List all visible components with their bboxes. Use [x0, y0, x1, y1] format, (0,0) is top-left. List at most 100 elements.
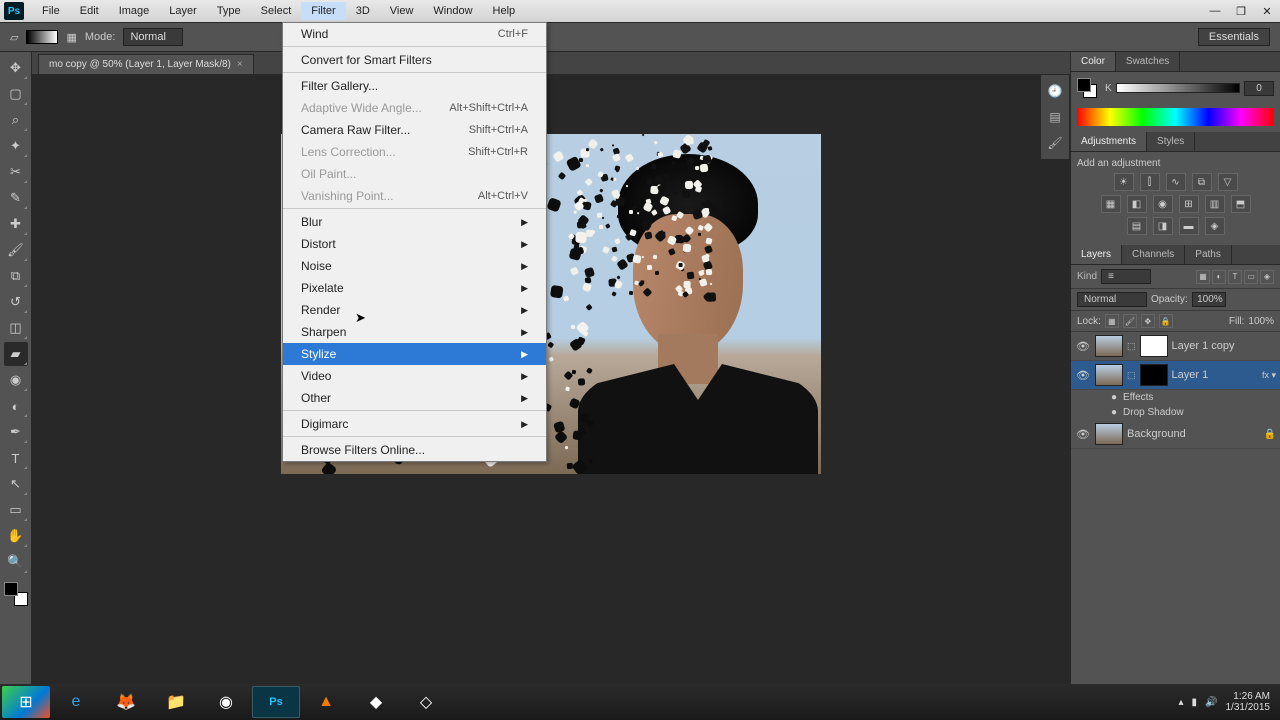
- history-brush-tool[interactable]: ↺: [4, 290, 28, 314]
- tray-up-icon[interactable]: ▴: [1179, 697, 1184, 708]
- gradient-type-icons[interactable]: ▦: [66, 31, 76, 44]
- tab-styles[interactable]: Styles: [1147, 132, 1195, 151]
- type-tool[interactable]: T: [4, 446, 28, 470]
- tab-paths[interactable]: Paths: [1185, 245, 1232, 264]
- tab-channels[interactable]: Channels: [1122, 245, 1185, 264]
- brush-tool[interactable]: 🖌: [4, 238, 28, 262]
- menu-file[interactable]: File: [32, 2, 70, 20]
- filter-sharpen[interactable]: Sharpen▶: [283, 321, 546, 343]
- brush-presets-icon[interactable]: 🖌: [1041, 131, 1069, 155]
- menu-edit[interactable]: Edit: [70, 2, 109, 20]
- crop-tool[interactable]: ✂: [4, 160, 28, 184]
- workspace-switcher[interactable]: Essentials: [1198, 28, 1270, 46]
- filter-noise[interactable]: Noise▶: [283, 255, 546, 277]
- adj-mixer-icon[interactable]: ⊞: [1179, 195, 1199, 213]
- opacity-field[interactable]: 100%: [1192, 292, 1226, 307]
- k-value[interactable]: 0: [1244, 81, 1274, 96]
- filter-stylize[interactable]: Stylize▶: [283, 343, 546, 365]
- lasso-tool[interactable]: ⌕: [4, 108, 28, 132]
- lock-transparent-icon[interactable]: ▦: [1105, 314, 1119, 328]
- filter-video[interactable]: Video▶: [283, 365, 546, 387]
- layer-thumb[interactable]: [1095, 423, 1123, 445]
- gradient-preview[interactable]: [26, 30, 58, 44]
- lock-all-icon[interactable]: 🔒: [1159, 314, 1173, 328]
- maximize-button[interactable]: ❐: [1228, 1, 1254, 21]
- menu-image[interactable]: Image: [109, 2, 160, 20]
- lock-pixels-icon[interactable]: 🖌: [1123, 314, 1137, 328]
- taskbar-explorer[interactable]: 📁: [152, 686, 200, 718]
- visibility-icon[interactable]: 👁: [1075, 340, 1091, 353]
- zoom-tool[interactable]: 🔍: [4, 550, 28, 574]
- clock[interactable]: 1:26 AM1/31/2015: [1226, 691, 1271, 713]
- layer-thumb[interactable]: [1095, 335, 1123, 357]
- eyedropper-tool[interactable]: ✎: [4, 186, 28, 210]
- taskbar-app2[interactable]: ◇: [402, 686, 450, 718]
- dodge-tool[interactable]: ◐: [4, 394, 28, 418]
- layer-blend-dropdown[interactable]: Normal: [1077, 292, 1147, 307]
- tab-swatches[interactable]: Swatches: [1116, 52, 1180, 71]
- start-button[interactable]: ⊞: [2, 686, 50, 718]
- close-button[interactable]: ✕: [1254, 1, 1280, 21]
- menu-filter[interactable]: Filter: [301, 2, 345, 20]
- filter-smart-icon[interactable]: ◈: [1260, 270, 1274, 284]
- document-tab[interactable]: mo copy @ 50% (Layer 1, Layer Mask/8) ×: [38, 54, 254, 74]
- blur-tool[interactable]: ◉: [4, 368, 28, 392]
- filter-type-icon[interactable]: T: [1228, 270, 1242, 284]
- adj-bw-icon[interactable]: ◧: [1127, 195, 1147, 213]
- adj-selcolor-icon[interactable]: ◈: [1205, 217, 1225, 235]
- kind-dropdown[interactable]: ≡: [1101, 269, 1151, 284]
- filter-digimarc[interactable]: Digimarc▶: [283, 413, 546, 437]
- taskbar-firefox[interactable]: 🦊: [102, 686, 150, 718]
- adj-thresh-icon[interactable]: ◨: [1153, 217, 1173, 235]
- fx-row[interactable]: ●Effects: [1071, 390, 1280, 405]
- visibility-icon[interactable]: 👁: [1075, 369, 1091, 382]
- filter-pixelate[interactable]: Pixelate▶: [283, 277, 546, 299]
- adj-invert-icon[interactable]: ⬒: [1231, 195, 1251, 213]
- fill-field[interactable]: 100%: [1248, 316, 1274, 327]
- taskbar-chrome[interactable]: ◉: [202, 686, 250, 718]
- system-tray[interactable]: ▴ ▮ 🔊 1:26 AM1/31/2015: [1179, 691, 1279, 713]
- layer-name[interactable]: Layer 1: [1172, 369, 1258, 381]
- layer-thumb[interactable]: [1095, 364, 1123, 386]
- filter-blur[interactable]: Blur▶: [283, 211, 546, 233]
- taskbar-photoshop[interactable]: Ps: [252, 686, 300, 718]
- menu-select[interactable]: Select: [251, 2, 302, 20]
- filter-gallery[interactable]: Filter Gallery...: [283, 75, 546, 97]
- blend-mode-dropdown[interactable]: Normal: [123, 28, 182, 46]
- menu-layer[interactable]: Layer: [159, 2, 207, 20]
- filter-other[interactable]: Other▶: [283, 387, 546, 411]
- adj-vibrance-icon[interactable]: ▽: [1218, 173, 1238, 191]
- move-tool[interactable]: ✥: [4, 56, 28, 80]
- filter-render[interactable]: Render▶: [283, 299, 546, 321]
- filter-last[interactable]: WindCtrl+F: [283, 23, 546, 47]
- filter-pixel-icon[interactable]: ▦: [1196, 270, 1210, 284]
- path-tool[interactable]: ↖: [4, 472, 28, 496]
- menu-window[interactable]: Window: [423, 2, 482, 20]
- mask-thumb[interactable]: [1140, 364, 1168, 386]
- filter-distort[interactable]: Distort▶: [283, 233, 546, 255]
- taskbar-app1[interactable]: ◆: [352, 686, 400, 718]
- tray-volume-icon[interactable]: 🔊: [1205, 697, 1217, 708]
- stamp-tool[interactable]: ⧉: [4, 264, 28, 288]
- history-icon[interactable]: 🕘: [1041, 79, 1069, 103]
- filter-shape-icon[interactable]: ▭: [1244, 270, 1258, 284]
- layer-row[interactable]: 👁 Background 🔒: [1071, 420, 1280, 449]
- adj-exposure-icon[interactable]: ⧉: [1192, 173, 1212, 191]
- color-spectrum[interactable]: [1077, 108, 1274, 126]
- mask-thumb[interactable]: [1140, 335, 1168, 357]
- k-slider[interactable]: [1116, 83, 1240, 93]
- layer-name[interactable]: Layer 1 copy: [1172, 340, 1276, 352]
- tab-adjustments[interactable]: Adjustments: [1071, 132, 1147, 151]
- close-icon[interactable]: ×: [237, 59, 243, 70]
- filter-adj-icon[interactable]: ◐: [1212, 270, 1226, 284]
- filter-browse[interactable]: Browse Filters Online...: [283, 439, 546, 461]
- adj-hue-icon[interactable]: ▦: [1101, 195, 1121, 213]
- pen-tool[interactable]: ✒: [4, 420, 28, 444]
- marquee-tool[interactable]: ▢: [4, 82, 28, 106]
- taskbar-vlc[interactable]: ▲: [302, 686, 350, 718]
- filter-smart[interactable]: Convert for Smart Filters: [283, 49, 546, 73]
- eraser-tool[interactable]: ◫: [4, 316, 28, 340]
- gradient-tool[interactable]: ▰: [4, 342, 28, 366]
- tab-layers[interactable]: Layers: [1071, 245, 1122, 264]
- menu-type[interactable]: Type: [207, 2, 251, 20]
